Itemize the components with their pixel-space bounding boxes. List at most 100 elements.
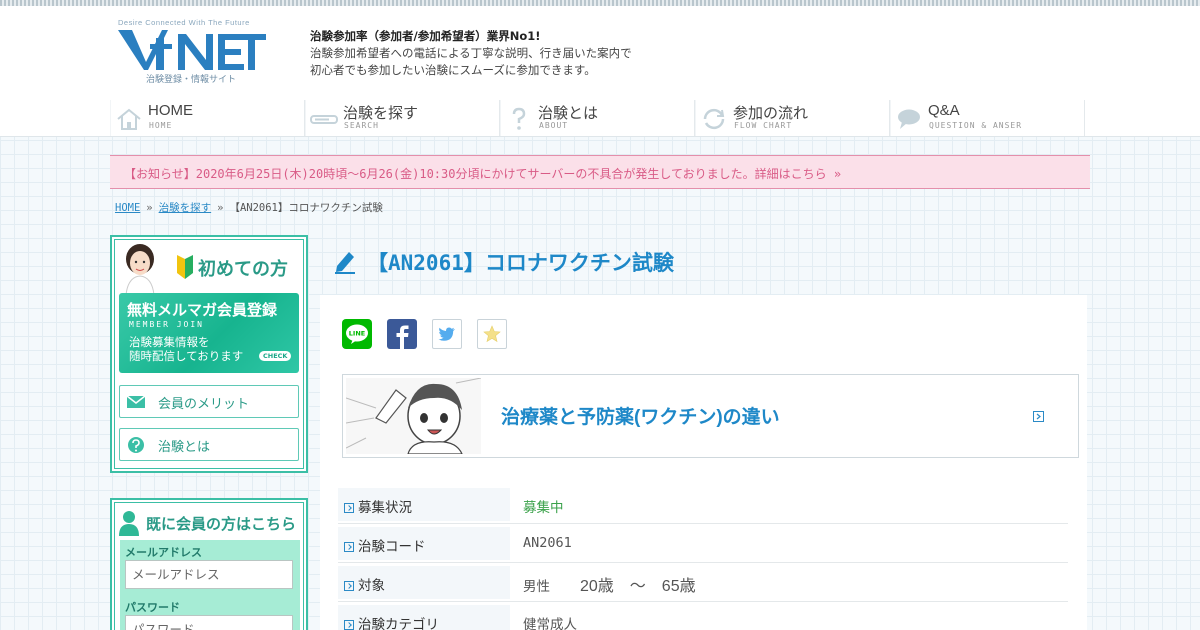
- first-time-label: 初めての方: [198, 259, 288, 279]
- nav-about-sub: ABOUT: [539, 121, 569, 130]
- house-icon: [117, 108, 141, 130]
- mailmag-subtitle: MEMBER JOIN: [129, 320, 204, 329]
- beginner-mark-icon: [177, 255, 193, 279]
- intro-line-1: 治験参加希望者への電話による丁寧な説明、行き届いた案内で: [310, 46, 632, 60]
- nav-search-label: 治験を探す: [343, 105, 419, 122]
- nav-home-sub: HOME: [149, 121, 173, 130]
- member-login-header: 既に会員の方はこちら: [118, 508, 300, 538]
- mailmag-desc: 治験募集情報を 随時配信しております: [129, 336, 243, 364]
- star-icon: [483, 325, 501, 343]
- speech-bubble-icon: [898, 109, 920, 129]
- nav-qa[interactable]: Q&A QUESTION & ANSER: [890, 100, 1085, 136]
- password-label: パスワード: [125, 602, 180, 614]
- line-icon-text: LINE: [349, 330, 365, 338]
- pencil-icon: [335, 252, 355, 274]
- vnet-logo-mark: [118, 30, 266, 70]
- nav-flow-label: 参加の流れ: [733, 105, 809, 122]
- breadcrumb-home[interactable]: HOME: [115, 202, 140, 214]
- member-login-box: 既に会員の方はこちら メールアドレス パスワード: [110, 498, 308, 630]
- breadcrumb-search[interactable]: 治験を探す: [159, 202, 212, 214]
- related-article-banner[interactable]: 治療薬と予防薬(ワクチン)の違い: [342, 374, 1079, 458]
- global-nav: HOME HOME 治験を探す SEARCH 治験とは ABOUT 参加の流れ …: [110, 100, 1090, 136]
- line-share-button[interactable]: LINE: [342, 319, 372, 349]
- about-trial-label: 治験とは: [158, 439, 211, 454]
- first-time-header[interactable]: 初めての方: [118, 243, 300, 295]
- member-merit-button[interactable]: 会員のメリット: [119, 385, 299, 418]
- status-value: 募集中: [523, 500, 564, 515]
- mail-icon: [126, 395, 146, 408]
- nav-flow-sub: FLOW CHART: [734, 121, 793, 130]
- user-icon: [119, 511, 139, 536]
- favorite-button[interactable]: [477, 319, 507, 349]
- nav-qa-sub: QUESTION & ANSER: [929, 121, 1023, 130]
- spec-label: 対象: [338, 566, 510, 599]
- table-row: 対象 男性 20歳 ～ 65歳: [338, 563, 1068, 602]
- mailmag-desc-line-2: 随時配信しております: [129, 351, 244, 363]
- about-trial-button[interactable]: 治験とは: [119, 428, 299, 461]
- arrow-box-icon: [344, 503, 354, 513]
- target-value: 男性 20歳 ～ 65歳: [523, 572, 696, 596]
- breadcrumb-separator: »: [217, 202, 224, 214]
- notice-banner[interactable]: 【お知らせ】2020年6月25日(木)20時頃～6月26(金)10:30分頃にか…: [110, 155, 1090, 189]
- mailmag-register-banner[interactable]: 無料メルマガ会員登録 MEMBER JOIN 治験募集情報を 随時配信しておりま…: [119, 293, 299, 373]
- login-form: メールアドレス パスワード: [120, 540, 300, 630]
- cycle-icon: [703, 108, 725, 130]
- spec-label: 治験コード: [338, 527, 510, 560]
- question-icon: [512, 107, 526, 130]
- spec-label: 治験カテゴリ: [338, 605, 510, 630]
- breadcrumb-separator: »: [146, 202, 153, 214]
- intro-line-2: 初心者でも参加したい治験にスムーズに参加できます。: [310, 63, 596, 77]
- target-age: 20歳 ～ 65歳: [580, 578, 696, 595]
- member-merit-label: 会員のメリット: [158, 396, 250, 411]
- site-intro: 治験参加率（参加者/参加希望者）業界No1! 治験参加希望者への電話による丁寧な…: [310, 28, 632, 79]
- mailmag-title: 無料メルマガ会員登録: [127, 302, 278, 319]
- question-icon: [128, 437, 144, 453]
- site-logo[interactable]: Desire Connected With The Future 治験登録・情報…: [116, 18, 268, 88]
- twitter-bird-icon: [438, 327, 455, 341]
- page-title: 【AN2061】コロナワクチン試験: [367, 251, 674, 275]
- category-label: 治験カテゴリ: [358, 617, 439, 630]
- nav-search[interactable]: 治験を探す SEARCH: [305, 100, 500, 136]
- nav-search-sub: SEARCH: [344, 121, 379, 130]
- trial-detail-card: LINE 治療薬と予防薬(ワクチン)の違い 募集状況 募集中 治験コード AN2…: [320, 295, 1087, 630]
- spec-label: 募集状況: [338, 488, 510, 521]
- arrow-box-icon: [344, 581, 354, 591]
- target-gender: 男性: [523, 579, 550, 594]
- nurse-illustration: [125, 244, 155, 295]
- table-row: 募集状況 募集中: [338, 485, 1068, 524]
- related-article-title: 治療薬と予防薬(ワクチン)の違い: [501, 407, 780, 428]
- manga-nurse-illustration: [346, 378, 481, 454]
- email-label: メールアドレス: [125, 547, 202, 559]
- code-label: 治験コード: [358, 539, 426, 554]
- logo-subtitle: 治験登録・情報サイト: [146, 75, 237, 85]
- email-field[interactable]: [125, 560, 293, 589]
- nav-home-label: HOME: [148, 102, 193, 119]
- breadcrumb: HOME » 治験を探す » 【AN2061】コロナワクチン試験: [115, 200, 383, 215]
- nav-flow[interactable]: 参加の流れ FLOW CHART: [695, 100, 890, 136]
- nav-qa-label: Q&A: [928, 102, 960, 119]
- table-row: 治験カテゴリ 健常成人: [338, 602, 1068, 630]
- intro-headline: 治験参加率（参加者/参加希望者）業界No1!: [310, 29, 541, 43]
- site-header: Desire Connected With The Future 治験登録・情報…: [0, 6, 1200, 137]
- breadcrumb-current: 【AN2061】コロナワクチン試験: [229, 202, 383, 214]
- line-icon: LINE: [346, 324, 368, 344]
- arrow-right-icon: [1033, 411, 1044, 422]
- category-value: 健常成人: [523, 617, 577, 630]
- nav-about-label: 治験とは: [538, 105, 599, 122]
- facebook-icon: [396, 325, 409, 349]
- target-label: 対象: [358, 578, 385, 593]
- twitter-share-button[interactable]: [432, 319, 462, 349]
- arrow-box-icon: [344, 542, 354, 552]
- password-field[interactable]: [125, 615, 293, 630]
- table-row: 治験コード AN2061: [338, 524, 1068, 563]
- nav-about[interactable]: 治験とは ABOUT: [500, 100, 695, 136]
- check-badge: CHECK: [259, 351, 292, 361]
- mailmag-desc-line-1: 治験募集情報を: [129, 337, 210, 349]
- code-value: AN2061: [523, 535, 572, 551]
- search-bar-icon: [310, 115, 338, 124]
- nav-home[interactable]: HOME HOME: [110, 100, 305, 136]
- first-time-box: 初めての方 無料メルマガ会員登録 MEMBER JOIN 治験募集情報を 随時配…: [110, 235, 308, 473]
- member-login-title: 既に会員の方はこちら: [146, 516, 297, 533]
- trial-spec-table: 募集状況 募集中 治験コード AN2061 対象 男性 20歳 ～ 65歳 治験カ…: [338, 485, 1068, 630]
- facebook-share-button[interactable]: [387, 319, 417, 349]
